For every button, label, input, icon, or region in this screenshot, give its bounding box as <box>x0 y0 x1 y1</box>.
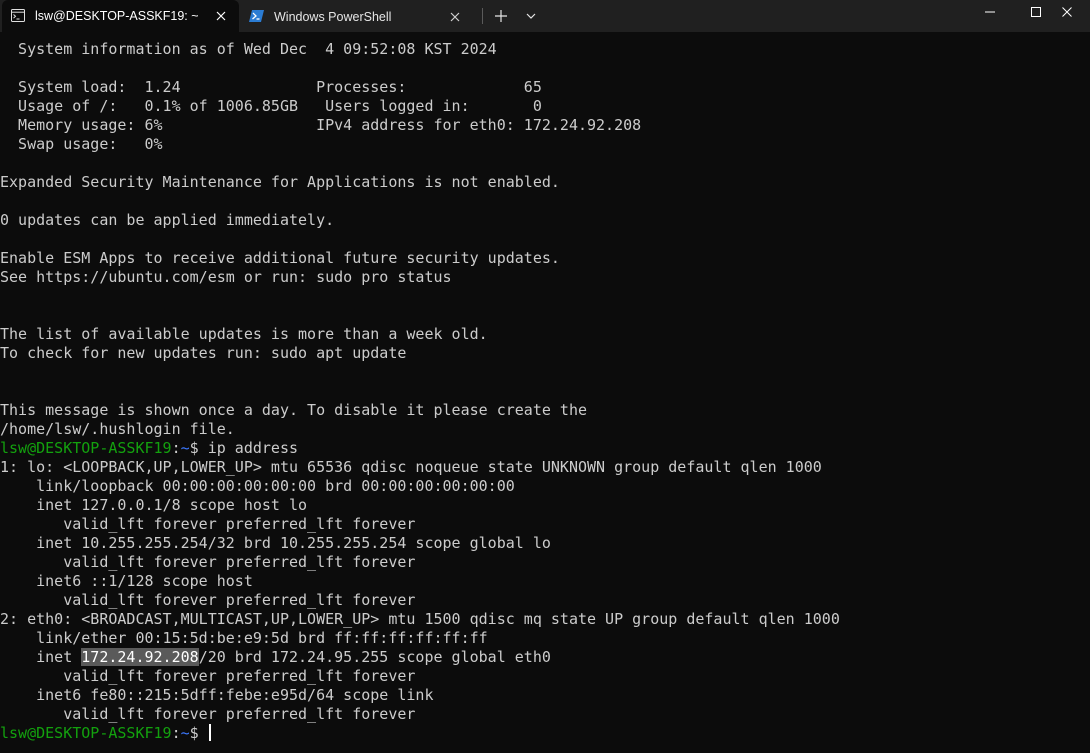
motd-line: Expanded Security Maintenance for Applic… <box>0 173 560 191</box>
close-icon <box>1062 7 1072 17</box>
output-line: 2: eth0: <BROADCAST,MULTICAST,UP,LOWER_U… <box>0 610 840 628</box>
motd-line: This message is shown once a day. To dis… <box>0 401 587 419</box>
prompt-symbol: $ <box>189 724 208 742</box>
output-line: inet 127.0.0.1/8 scope host lo <box>0 496 308 514</box>
motd-line: 0 updates can be applied immediately. <box>0 211 335 229</box>
plus-icon <box>495 10 507 22</box>
command-line: lsw@DESKTOP-ASSKF19:~$ ip address <box>0 439 298 458</box>
output-line: inet6 ::1/128 scope host <box>0 572 253 590</box>
terminal-output[interactable]: System information as of Wed Dec 4 09:52… <box>0 40 1090 753</box>
inet-suffix: /20 brd 172.24.95.255 scope global eth0 <box>198 648 551 666</box>
tab-divider <box>482 8 483 24</box>
output-line: link/ether 00:15:5d:be:e9:5d brd ff:ff:f… <box>0 629 488 647</box>
tab-ubuntu[interactable]: lsw@DESKTOP-ASSKF19: ~ <box>2 0 239 32</box>
motd-line: System information as of Wed Dec 4 09:52… <box>0 40 497 58</box>
prompt-symbol: $ <box>189 439 208 457</box>
linux-terminal-icon <box>11 9 25 22</box>
window-close-button[interactable] <box>1044 0 1090 24</box>
motd-line: /home/lsw/.hushlogin file. <box>0 420 235 438</box>
prompt-path: ~ <box>180 439 190 457</box>
text-cursor <box>208 724 211 741</box>
motd-line: See https://ubuntu.com/esm or run: sudo … <box>0 268 452 286</box>
close-icon[interactable] <box>446 8 464 26</box>
motd-line: Swap usage: 0% <box>0 135 163 153</box>
output-line: valid_lft forever preferred_lft forever <box>0 553 416 571</box>
output-line: inet 172.24.92.208/20 brd 172.24.95.255 … <box>0 648 551 667</box>
output-line: valid_lft forever preferred_lft forever <box>0 515 416 533</box>
motd-line: To check for new updates run: sudo apt u… <box>0 344 407 362</box>
output-line: valid_lft forever preferred_lft forever <box>0 591 416 609</box>
prompt-separator: : <box>171 724 181 742</box>
prompt-line[interactable]: lsw@DESKTOP-ASSKF19:~$ <box>0 724 211 743</box>
tab-powershell[interactable]: Windows PowerShell <box>239 0 478 32</box>
powershell-icon <box>249 10 264 23</box>
minimize-button[interactable] <box>967 0 1013 24</box>
selected-ip-address[interactable]: 172.24.92.208 <box>81 648 199 666</box>
tab-dropdown-button[interactable] <box>521 7 541 25</box>
maximize-icon <box>1031 7 1041 17</box>
minimize-icon <box>985 11 995 13</box>
motd-line: The list of available updates is more th… <box>0 325 488 343</box>
prompt-user-host: lsw@DESKTOP-ASSKF19 <box>0 724 172 742</box>
motd-line: System load: 1.24 Processes: 65 <box>0 78 542 96</box>
output-line: valid_lft forever preferred_lft forever <box>0 667 416 685</box>
prompt-separator: : <box>171 439 181 457</box>
chevron-down-icon <box>526 13 536 19</box>
prompt-user-host: lsw@DESKTOP-ASSKF19 <box>0 439 172 457</box>
output-line: valid_lft forever preferred_lft forever <box>0 705 416 723</box>
output-line: inet 10.255.255.254/32 brd 10.255.255.25… <box>0 534 551 552</box>
motd-line: Enable ESM Apps to receive additional fu… <box>0 249 560 267</box>
new-tab-button[interactable] <box>491 7 511 25</box>
tab-title: Windows PowerShell <box>274 10 392 24</box>
inet-prefix: inet <box>0 648 82 666</box>
tab-title: lsw@DESKTOP-ASSKF19: ~ <box>35 9 199 23</box>
output-line: link/loopback 00:00:00:00:00:00 brd 00:0… <box>0 477 515 495</box>
motd-line: Usage of /: 0.1% of 1006.85GB Users logg… <box>0 97 542 115</box>
output-line: 1: lo: <LOOPBACK,UP,LOWER_UP> mtu 65536 … <box>0 458 822 476</box>
close-icon[interactable] <box>212 7 230 25</box>
command-text: ip address <box>207 439 299 457</box>
motd-line: Memory usage: 6% IPv4 address for eth0: … <box>0 116 642 134</box>
output-line: inet6 fe80::215:5dff:febe:e95d/64 scope … <box>0 686 434 704</box>
prompt-path: ~ <box>180 724 190 742</box>
title-bar: lsw@DESKTOP-ASSKF19: ~ Windows PowerShel… <box>0 0 1090 32</box>
